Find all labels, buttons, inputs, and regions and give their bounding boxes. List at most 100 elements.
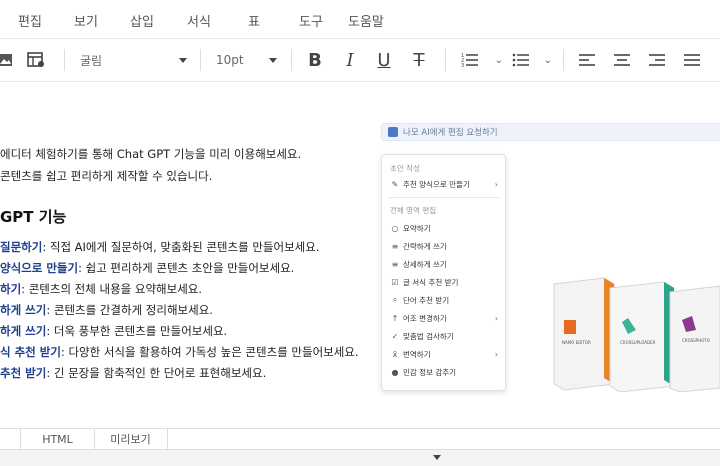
feature-name: 식 추천 받기 — [0, 345, 61, 359]
svg-text:3: 3 — [461, 63, 464, 68]
ordered-list-icon: 123 — [461, 53, 478, 68]
intro-line-1: 에디터 체험하기를 통해 Chat GPT 기능을 미리 이용해보세요. — [0, 147, 302, 161]
resize-handle[interactable] — [427, 452, 447, 462]
ordered-list-button[interactable]: 123 ⌄ — [461, 49, 503, 71]
menu-insert[interactable]: 삽입 — [130, 11, 154, 30]
tab-preview[interactable]: 미리보기 — [94, 429, 168, 449]
check-box-icon: ☑ — [391, 277, 399, 287]
check-icon: ✓ — [391, 331, 399, 341]
align-center-icon — [614, 54, 630, 66]
ai-chat-icon — [388, 127, 398, 137]
menu-item-detailed[interactable]: ≡ 상세하게 쓰기 — [390, 257, 498, 271]
strikethrough-button[interactable]: T — [409, 49, 429, 71]
search-icon: ⌕ — [392, 295, 398, 304]
menu-item-tone[interactable]: ↑ 어조 변경하기 › — [390, 311, 498, 325]
underline-button[interactable]: U — [374, 49, 394, 71]
feature-line: 하게 쓰기: 더욱 풍부한 콘텐츠를 만들어보세요. — [0, 323, 227, 339]
editor-frame: 편집 보기 삽입 서식 표 도구 도움말 굴림 10pt B I U T 1 2… — [0, 0, 720, 466]
arrow-up-icon: ↑ — [391, 313, 399, 323]
image-button[interactable] — [0, 49, 14, 71]
chevron-down-icon — [269, 57, 277, 63]
feature-desc: : 긴 문장을 함축적인 한 단어로 표현해보세요. — [46, 366, 267, 380]
feature-name: 하게 쓰기 — [0, 324, 47, 338]
chat-icon: ○ — [391, 223, 399, 233]
menu-item-label: 번역하기 — [403, 349, 431, 359]
menu-item-label: 단어 추천 받기 — [403, 295, 450, 305]
chevron-right-icon: › — [494, 313, 498, 323]
menu-item-label: 추천 양식으로 만들기 — [403, 179, 470, 189]
menu-help[interactable]: 도움말 — [348, 11, 384, 30]
align-center-button[interactable] — [613, 49, 631, 71]
product-box-1-label: NAMO EDITOR — [562, 340, 591, 345]
font-family-select[interactable]: 굴림 — [80, 49, 190, 71]
align-right-icon — [649, 54, 665, 66]
privacy-icon: ● — [391, 367, 399, 377]
feature-desc: : 콘텐츠를 간결하게 정리해보세요. — [46, 303, 213, 317]
menu-item-template[interactable]: ✎ 추천 양식으로 만들기 › — [390, 177, 498, 191]
menu-item-spellcheck[interactable]: ✓ 맞춤법 검사하기 — [390, 329, 498, 343]
menu-table[interactable]: 표 — [248, 11, 260, 30]
menu-item-word-suggest[interactable]: ⌕ 단어 추천 받기 — [390, 293, 498, 307]
menu-item-privacy[interactable]: ● 민감 정보 감추기 — [390, 365, 498, 379]
bullet-list-button[interactable]: ⌄ — [512, 49, 552, 71]
feature-line: 추천 받기: 긴 문장을 함축적인 한 단어로 표현해보세요. — [0, 365, 266, 381]
menu-tools[interactable]: 도구 — [299, 11, 323, 30]
chevron-right-icon: › — [494, 349, 498, 359]
bold-icon: B — [308, 49, 322, 71]
feature-line: 식 추천 받기: 다양한 서식을 활용하여 가독성 높은 콘텐츠를 만들어보세요… — [0, 344, 359, 360]
feature-desc: : 직접 AI에게 질문하여, 맞춤화된 콘텐츠를 만들어보세요. — [42, 240, 320, 254]
view-tabs: HTML 미리보기 — [0, 428, 720, 450]
status-bar — [0, 449, 720, 466]
menu-item-format-suggest[interactable]: ☑ 글 서식 추천 받기 — [390, 275, 498, 289]
chevron-down-icon: ⌄ — [543, 54, 552, 66]
menu-item-concise[interactable]: ≡ 간략하게 쓰기 — [390, 239, 498, 253]
menu-item-label: 맞춤법 검사하기 — [403, 331, 454, 341]
bold-button[interactable]: B — [305, 49, 325, 71]
feature-desc: : 더욱 풍부한 콘텐츠를 만들어보세요. — [46, 324, 228, 338]
menu-section-edit: 전체 영역 편집 — [390, 206, 437, 215]
feature-name: 하기 — [0, 282, 22, 296]
menu-format[interactable]: 서식 — [187, 11, 211, 30]
align-justify-button[interactable] — [683, 49, 701, 71]
menu-item-label: 어조 변경하기 — [403, 313, 447, 323]
tab-html[interactable]: HTML — [20, 429, 95, 449]
ai-request-bar[interactable]: 나모 AI에게 편집 요청하기 — [381, 123, 720, 141]
font-size-value: 10pt — [216, 53, 244, 67]
underline-icon: U — [377, 49, 391, 71]
bullet-list-icon — [512, 53, 529, 67]
menu-edit[interactable]: 편집 — [18, 11, 42, 30]
chevron-right-icon: › — [494, 179, 498, 189]
font-family-value: 굴림 — [80, 53, 103, 68]
feature-name: 양식으로 만들기 — [0, 261, 79, 275]
font-size-select[interactable]: 10pt — [216, 49, 279, 71]
align-left-button[interactable] — [578, 49, 596, 71]
menu-section-draft: 초안 작성 — [390, 164, 420, 173]
pencil-icon: ✎ — [391, 179, 399, 189]
feature-name: 하게 쓰기 — [0, 303, 47, 317]
menu-item-summarize[interactable]: ○ 요약하기 — [390, 221, 498, 235]
menu-item-label: 글 서식 추천 받기 — [403, 277, 459, 287]
section-heading: GPT 기능 — [0, 208, 67, 226]
image-icon — [0, 54, 12, 66]
product-box-2-label: CROSSUPLOADER — [620, 340, 656, 345]
product-box-3-label: CROSSPHOTO — [682, 338, 710, 343]
menu-item-label: 민감 정보 감추기 — [403, 367, 457, 377]
italic-button[interactable]: I — [340, 49, 360, 71]
editor-content[interactable]: 에디터 체험하기를 통해 Chat GPT 기능을 미리 이용해보세요. 콘텐츠… — [0, 82, 720, 427]
italic-icon: I — [346, 49, 354, 71]
strikethrough-icon: T — [413, 49, 425, 71]
toolbar: 굴림 10pt B I U T 123 ⌄ ⌄ — [0, 39, 720, 82]
chevron-down-icon — [179, 57, 187, 63]
menu-bar: 편집 보기 삽입 서식 표 도구 도움말 — [0, 0, 720, 39]
chevron-down-icon: ⌄ — [494, 54, 503, 66]
menu-view[interactable]: 보기 — [74, 11, 98, 30]
tab-preview-label: 미리보기 — [110, 433, 151, 446]
feature-desc: : 다양한 서식을 활용하여 가독성 높은 콘텐츠를 만들어보세요. — [60, 345, 359, 359]
tab-html-label: HTML — [42, 432, 73, 446]
align-justify-icon — [684, 54, 700, 66]
feature-line: 하게 쓰기: 콘텐츠를 간결하게 정리해보세요. — [0, 302, 213, 318]
feature-name: 질문하기 — [0, 240, 43, 254]
align-right-button[interactable] — [648, 49, 666, 71]
table-button[interactable] — [27, 49, 45, 71]
menu-item-translate[interactable]: x̄ 번역하기 › — [390, 347, 498, 361]
